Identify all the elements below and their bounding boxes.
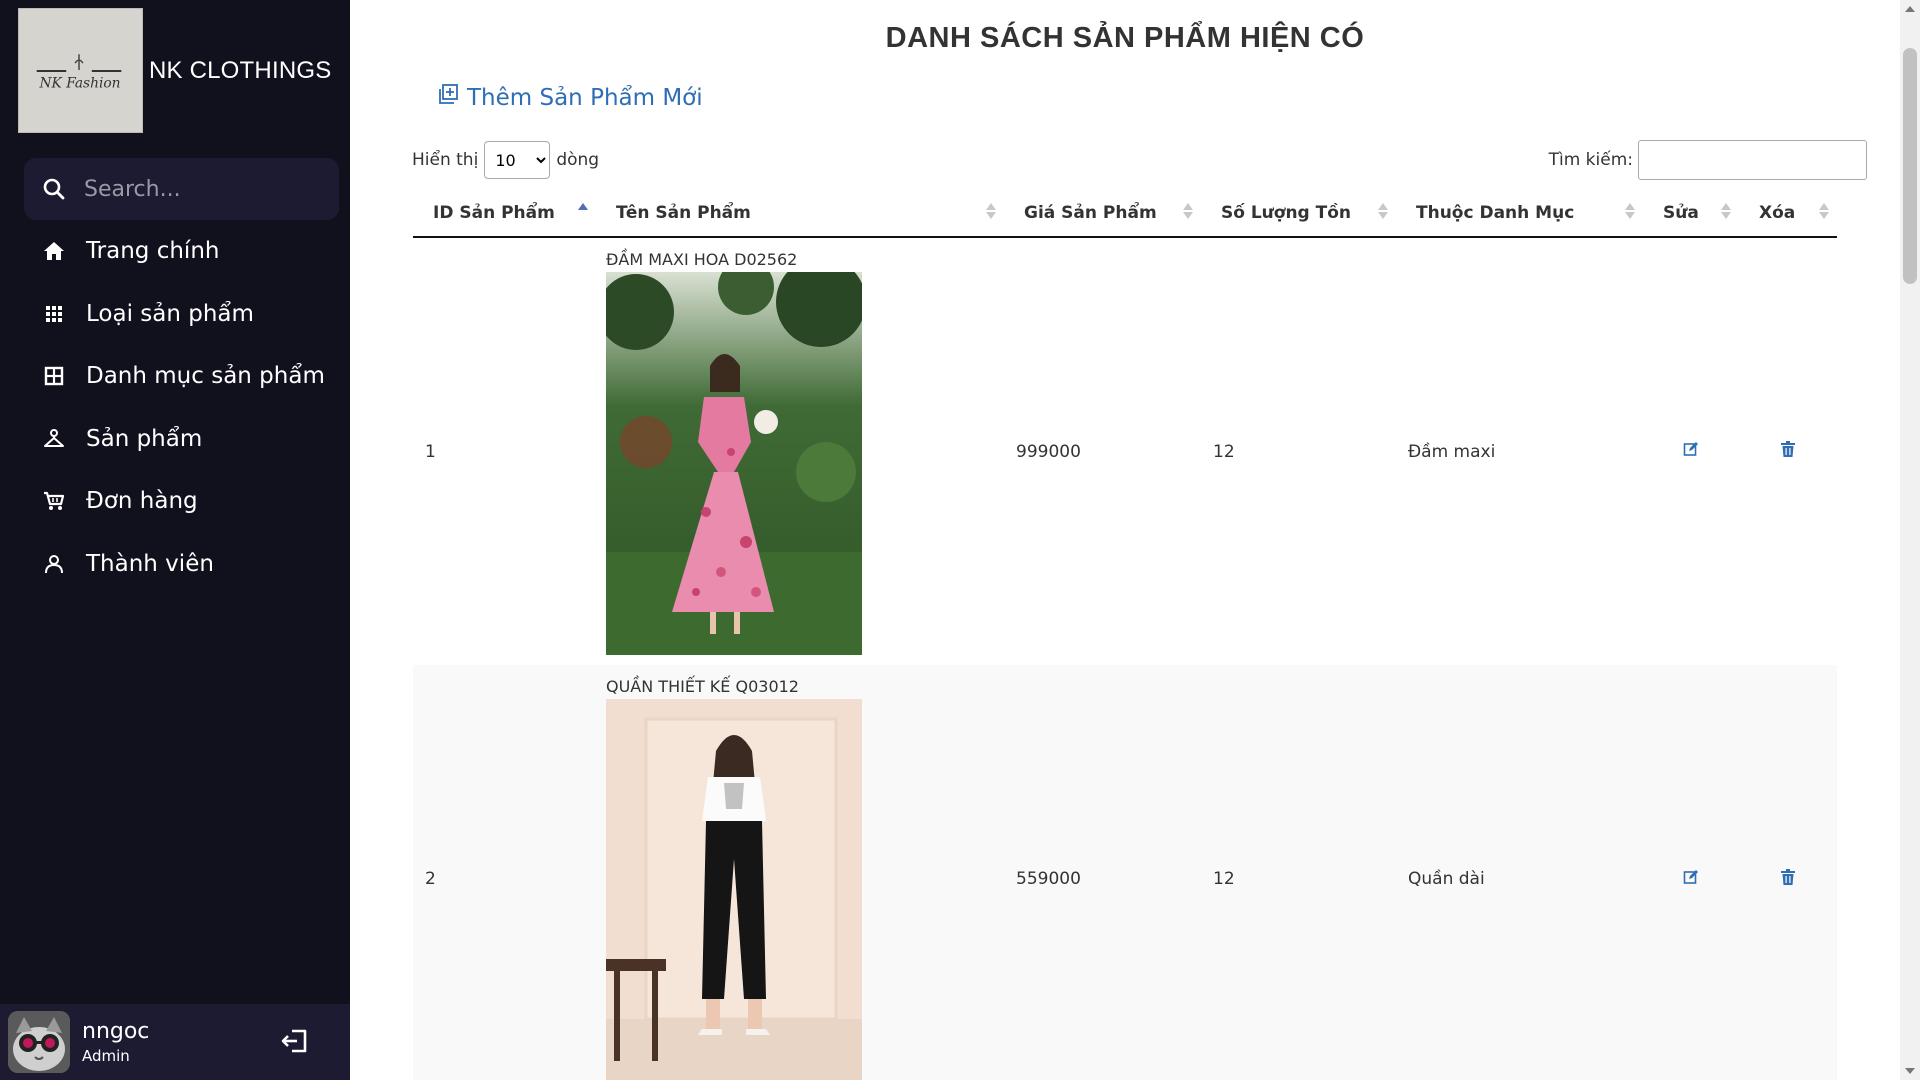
vertical-scrollbar[interactable] [1900,0,1920,1080]
table-grid-icon [42,364,66,388]
sidebar-item-product-categories[interactable]: Danh mục sản phẩm [0,345,350,408]
col-header-price[interactable]: Giá Sản Phẩm [1004,190,1201,238]
sidebar-item-label: Danh mục sản phẩm [86,363,325,390]
product-name: ĐẦM MAXI HOA D02562 [606,250,798,269]
product-image-pants[interactable] [606,699,862,1080]
table-header-row: ID Sản Phẩm Tên Sản Phẩm Giá Sản Phẩm Số… [413,190,1837,238]
filter-label: Tìm kiếm: [1548,150,1633,170]
scroll-down-icon[interactable] [1905,1068,1915,1074]
brand-logo[interactable]: NK Fashion [18,8,143,133]
product-image-dress[interactable] [606,272,862,655]
hanger-icon [42,427,66,451]
add-product-link[interactable]: Thêm Sản Phẩm Mới [438,84,703,111]
products-table: ID Sản Phẩm Tên Sản Phẩm Giá Sản Phẩm Số… [413,190,1837,1080]
sidebar: NK Fashion NK CLOTHINGS Trang chính [0,0,350,1080]
col-header-stock[interactable]: Số Lượng Tồn [1201,190,1396,238]
page-title: DANH SÁCH SẢN PHẨM HIỆN CÓ [885,22,1365,54]
sidebar-item-label: Sản phẩm [86,425,203,452]
edit-icon[interactable] [1683,869,1699,890]
table-row: 1 ĐẦM MAXI HOA D02562 999000 12 Đầm maxi [413,237,1837,665]
sidebar-item-label: Thành viên [86,550,214,577]
cell-category: Quần dài [1408,869,1485,889]
cell-delete [1739,665,1837,1080]
sidebar-item-members[interactable]: Thành viên [0,533,350,596]
col-header-category[interactable]: Thuộc Danh Mục [1396,190,1643,238]
svg-text:NK Fashion: NK Fashion [39,76,121,92]
search-icon[interactable] [24,177,84,201]
cell-name: ĐẦM MAXI HOA D02562 [596,237,1004,665]
table-row: 2 QUẦN THIẾT KẾ Q03012 559000 12 Quần dà… [413,665,1837,1080]
length-prefix: Hiển thị [412,150,479,170]
cell-name: QUẦN THIẾT KẾ Q03012 [596,665,1004,1080]
sidebar-nav: Trang chính Loại sản phẩm Danh mục sản p… [0,220,350,595]
sidebar-item-label: Trang chính [86,238,220,265]
page-length-select[interactable]: 10 [484,141,551,179]
profile-role: Admin [82,1047,130,1065]
page-length-control: Hiển thị 10 dòng [412,141,599,179]
add-product-label: Thêm Sản Phẩm Mới [467,84,703,111]
sidebar-item-label: Loại sản phẩm [86,300,254,327]
brand: NK Fashion NK CLOTHINGS [18,8,331,133]
sidebar-item-label: Đơn hàng [86,488,198,515]
length-suffix: dòng [556,150,600,170]
grid-dots-icon [42,302,66,326]
search-box[interactable] [24,158,339,220]
sort-icon [1378,203,1388,219]
profile-panel: nngoc Admin [0,1004,350,1080]
cell-category: Đầm maxi [1408,441,1496,462]
sort-icon [1819,203,1829,219]
trash-icon[interactable] [1781,868,1795,890]
sort-icon [1625,203,1635,219]
main-content: DANH SÁCH SẢN PHẨM HIỆN CÓ Thêm Sản Phẩm… [350,0,1900,1080]
cell-edit [1643,237,1739,665]
cell-id: 2 [425,869,436,889]
cell-delete [1739,237,1837,665]
profile-text: nngoc Admin [82,1019,149,1065]
cart-icon [42,489,66,513]
cell-price: 999000 [1016,441,1081,462]
sort-icon [986,203,996,219]
sort-icon [1183,203,1193,219]
logo-graphic: NK Fashion [36,54,122,92]
logout-icon[interactable] [280,1026,310,1060]
scrollbar-thumb[interactable] [1903,48,1917,284]
col-header-delete[interactable]: Xóa [1739,190,1837,238]
avatar[interactable] [8,1011,70,1073]
home-icon [42,239,66,263]
sidebar-item-products[interactable]: Sản phẩm [0,408,350,471]
trash-icon[interactable] [1781,441,1795,462]
table-filter: Tìm kiếm: [1549,140,1867,180]
cell-price: 559000 [1016,869,1081,889]
cell-edit [1643,665,1739,1080]
sidebar-item-home[interactable]: Trang chính [0,220,350,283]
cell-stock: 12 [1213,441,1235,462]
edit-icon[interactable] [1683,442,1699,462]
product-name: QUẦN THIẾT KẾ Q03012 [606,677,799,696]
sidebar-item-product-types[interactable]: Loại sản phẩm [0,283,350,346]
sort-asc-icon [578,203,588,219]
add-square-icon [438,84,459,111]
scroll-up-icon[interactable] [1905,6,1915,12]
filter-input[interactable] [1638,140,1867,180]
col-header-edit[interactable]: Sửa [1643,190,1739,238]
user-icon [42,552,66,576]
cell-stock: 12 [1213,869,1235,889]
brand-name: NK CLOTHINGS [149,56,332,84]
sort-icon [1721,203,1731,219]
sidebar-item-orders[interactable]: Đơn hàng [0,470,350,533]
search-input[interactable] [84,176,314,202]
cell-id: 1 [425,441,436,462]
col-header-id[interactable]: ID Sản Phẩm [413,190,596,238]
profile-name: nngoc [82,1019,150,1044]
col-header-name[interactable]: Tên Sản Phẩm [596,190,1004,238]
